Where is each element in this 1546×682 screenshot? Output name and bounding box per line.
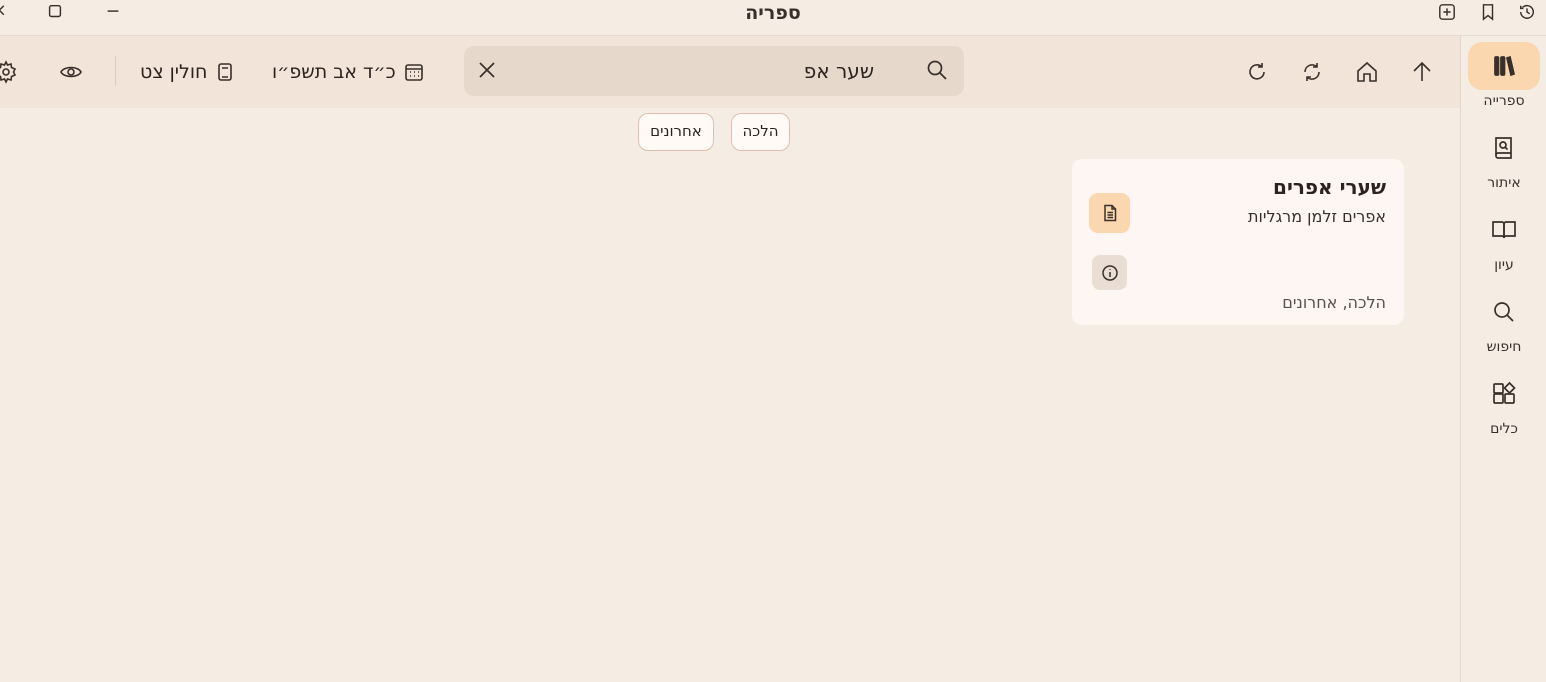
book-categories: הלכה, אחרונים [1282,293,1386,312]
book-author: אפרים זלמן מרגליות [1248,207,1386,226]
library-icon [1494,55,1516,77]
rail-item-tools[interactable]: כלים [1461,370,1546,448]
result-card[interactable]: שערי אפרים אפרים זלמן מרגליות הלכה, אחרו… [1072,159,1404,325]
bookmark-icon[interactable] [1478,2,1498,22]
add-tab-icon[interactable] [1437,2,1457,22]
hebrew-date-label: כ״ד אב תשפ״ו [272,61,396,83]
up-arrow-icon[interactable] [1408,58,1436,86]
filter-chip-halacha[interactable]: הלכה [731,113,790,151]
refresh-icon[interactable] [1243,58,1271,86]
clear-search-icon[interactable] [476,59,500,83]
toolbar: חולין צט כ״ד אב תשפ״ו [0,36,1460,108]
daily-daf-label: חולין צט [140,61,208,83]
filter-chip-acharonim[interactable]: אחרונים [638,113,714,151]
daily-daf[interactable]: חולין צט [140,58,235,86]
document-icon [1103,204,1116,222]
rail-item-find[interactable]: איתור [1461,124,1546,202]
view-icon[interactable] [57,58,85,86]
rail-item-library[interactable]: ספרייה [1461,42,1546,120]
rail-item-search[interactable]: חיפוש [1461,288,1546,366]
rail-item-reading[interactable]: עיון [1461,206,1546,284]
rail-item-label: חיפוש [1486,339,1522,355]
search-box [464,46,964,96]
home-icon[interactable] [1353,58,1381,86]
book-info-button[interactable] [1092,255,1127,290]
open-document-button[interactable] [1089,193,1130,233]
settings-icon[interactable] [0,58,20,86]
find-book-icon [1495,137,1512,159]
rail-item-label: איתור [1487,175,1521,191]
book-icon [218,63,233,81]
rail-item-label: עיון [1494,257,1514,273]
open-book-icon [1492,221,1516,239]
hebrew-date[interactable]: כ״ד אב תשפ״ו [272,58,424,86]
search-icon [1494,302,1514,322]
rail-item-label: כלים [1490,421,1518,437]
history-icon[interactable] [1517,2,1537,22]
search-input[interactable] [514,54,874,88]
info-icon [1101,264,1118,281]
sync-icon[interactable] [1298,58,1326,86]
tools-icon [1493,381,1516,404]
search-icon [926,59,950,83]
book-title: שערי אפרים [1273,175,1386,199]
toolbar-divider [115,56,116,86]
calendar-icon [404,64,423,81]
navigation-rail: ספרייה איתור עיון חיפוש כלים [1460,36,1546,682]
title-bar: ספריה [0,0,1546,36]
rail-item-label: ספרייה [1483,93,1525,109]
window-title: ספריה [745,2,801,24]
